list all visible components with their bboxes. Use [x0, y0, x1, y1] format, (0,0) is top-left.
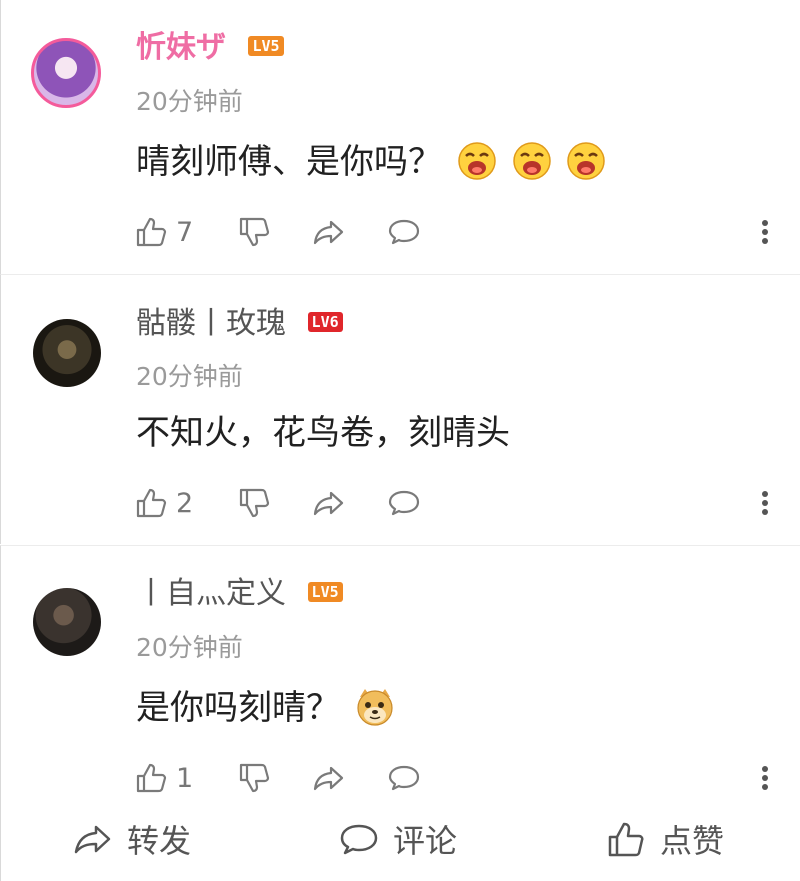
comment-username[interactable]: 骷髅丨玫瑰 LV6	[136, 306, 343, 342]
forward-label: 转发	[127, 822, 192, 860]
level-badge: LV5	[307, 581, 343, 602]
level-badge: LV5	[248, 35, 284, 56]
vertical-dots-icon	[762, 220, 768, 244]
comment-text-content: 是你吗刻晴？	[136, 688, 340, 728]
bottom-action-bar: 转发 评论 点赞	[0, 795, 800, 881]
reply-button[interactable]	[387, 212, 421, 252]
thumbs-up-icon	[608, 822, 644, 857]
thumbs-up-icon	[136, 763, 167, 793]
forward-button[interactable]: 转发	[73, 817, 191, 861]
thumbs-down-icon	[239, 488, 270, 518]
comment-time: 20分钟前	[136, 87, 243, 116]
thumbs-up-icon	[136, 217, 167, 247]
more-menu-button[interactable]	[760, 758, 770, 795]
thumbs-down-icon	[239, 763, 270, 793]
comment-actions: 1	[134, 758, 770, 795]
level-badge: LV6	[307, 311, 343, 332]
comment-time: 20分钟前	[136, 362, 243, 391]
share-arrow-icon	[74, 825, 111, 854]
like-button[interactable]: 7	[134, 212, 193, 252]
comment-text[interactable]: 是你吗刻晴？	[136, 686, 395, 730]
comment-item: 忻妹ザ LV5 20分钟前 晴刻师傅、是你吗？ 7	[0, 0, 800, 274]
speech-bubble-icon	[340, 824, 378, 855]
avatar[interactable]	[33, 319, 101, 387]
comment-actions: 7	[134, 212, 770, 252]
comment-button[interactable]: 评论	[339, 817, 457, 861]
share-arrow-icon	[313, 766, 344, 791]
laughing-face-emoji-icon	[458, 141, 496, 180]
comment-text[interactable]: 不知火，花鸟卷，刻晴头	[136, 411, 510, 455]
username-text[interactable]: 忻妹ザ	[136, 30, 226, 65]
vertical-dots-icon	[762, 491, 768, 515]
more-menu-button[interactable]	[760, 212, 770, 252]
comment-text[interactable]: 晴刻师傅、是你吗？	[136, 140, 606, 184]
comment-text-content: 晴刻师傅、是你吗？	[136, 142, 442, 182]
laughing-face-emoji-icon	[512, 141, 551, 180]
vertical-dots-icon	[762, 766, 768, 790]
like-count: 2	[176, 487, 194, 519]
dislike-button[interactable]	[237, 483, 271, 523]
laughing-face-emoji-icon	[567, 141, 606, 180]
comment-item: 丨自灬定义 LV5 20分钟前 是你吗刻晴？ 1	[0, 545, 800, 795]
like-button[interactable]: 1	[134, 758, 193, 795]
username-text[interactable]: 骷髅丨玫瑰	[136, 306, 286, 341]
comment-text-content: 不知火，花鸟卷，刻晴头	[136, 413, 510, 453]
comment-item: 骷髅丨玫瑰 LV6 20分钟前 不知火，花鸟卷，刻晴头 2	[0, 274, 800, 544]
like-post-button[interactable]: 点赞	[606, 817, 724, 861]
share-button[interactable]	[312, 212, 346, 252]
speech-bubble-icon	[388, 490, 420, 516]
speech-bubble-icon	[388, 219, 420, 245]
doge-face-emoji-icon	[357, 688, 393, 726]
like-label: 点赞	[660, 822, 725, 860]
comment-username[interactable]: 忻妹ザ LV5	[136, 30, 284, 66]
username-text[interactable]: 丨自灬定义	[136, 576, 286, 611]
like-count: 7	[176, 216, 194, 248]
reply-button[interactable]	[387, 483, 421, 523]
share-arrow-icon	[313, 220, 344, 245]
share-button[interactable]	[312, 758, 346, 795]
thumbs-up-icon	[136, 488, 167, 518]
thumbs-down-icon	[239, 217, 270, 247]
avatar[interactable]	[33, 588, 101, 656]
comment-label: 评论	[393, 822, 458, 860]
speech-bubble-icon	[388, 765, 420, 791]
comment-time: 20分钟前	[136, 633, 243, 662]
comment-username[interactable]: 丨自灬定义 LV5	[136, 576, 343, 612]
avatar[interactable]	[31, 38, 101, 108]
like-count: 1	[176, 762, 194, 794]
like-button[interactable]: 2	[134, 483, 193, 523]
reply-button[interactable]	[387, 758, 421, 795]
more-menu-button[interactable]	[760, 483, 770, 523]
dislike-button[interactable]	[237, 212, 271, 252]
share-button[interactable]	[312, 483, 346, 523]
share-arrow-icon	[313, 491, 344, 516]
comment-actions: 2	[134, 483, 770, 523]
dislike-button[interactable]	[237, 758, 271, 795]
